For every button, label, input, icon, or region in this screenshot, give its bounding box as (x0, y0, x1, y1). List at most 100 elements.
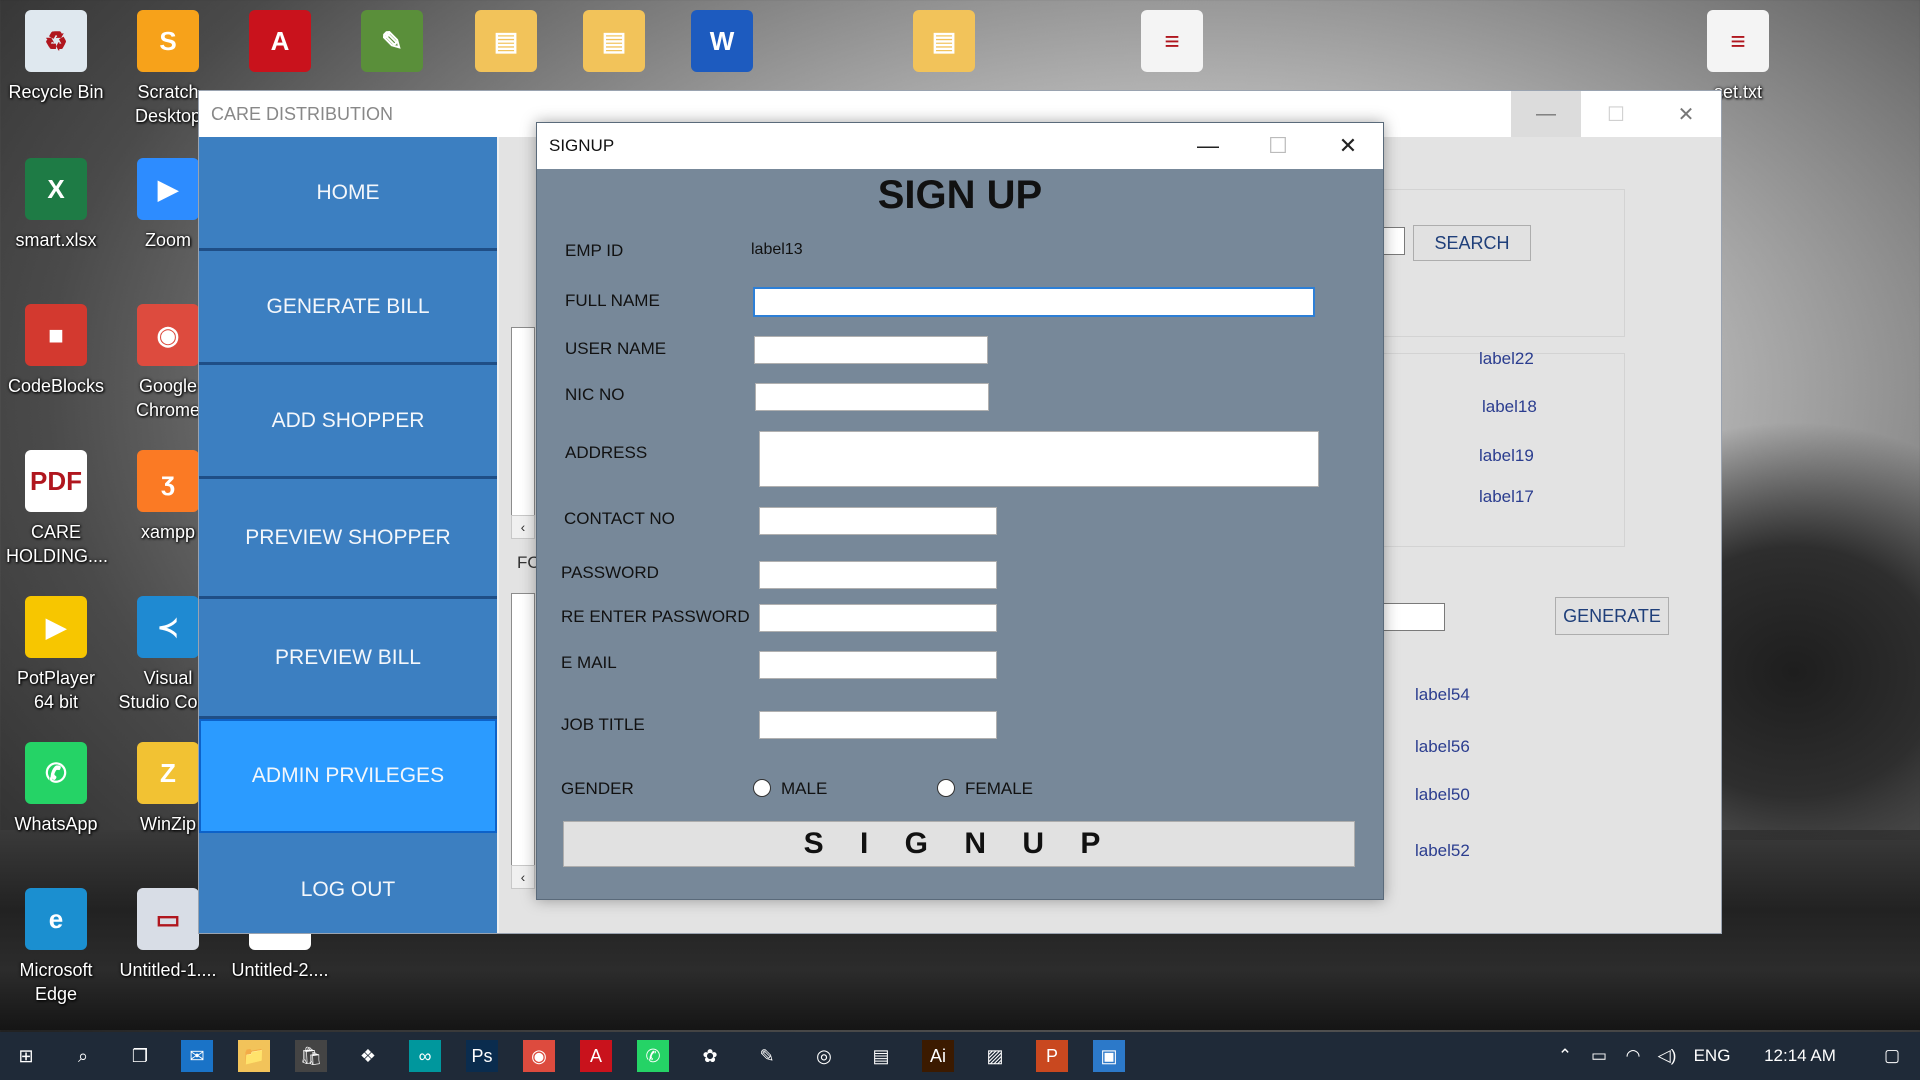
signup-minimize-button[interactable]: — (1173, 123, 1243, 169)
desktop-icon-smart-xlsx[interactable]: Xsmart.xlsx (6, 158, 106, 252)
task-view-icon[interactable]: ❐ (124, 1040, 156, 1072)
desktop-icon-folder-1[interactable]: ▤ (456, 10, 556, 80)
gender-label: GENDER (561, 779, 634, 798)
powerpoint-icon[interactable]: P (1036, 1040, 1068, 1072)
nav-log-out-button[interactable]: LOG OUT (199, 833, 497, 947)
language-indicator[interactable]: ENG (1684, 1046, 1740, 1066)
paint-icon[interactable]: ✿ (694, 1040, 726, 1072)
emp-id-value: label13 (751, 241, 803, 258)
wifi-icon[interactable]: ◠ (1616, 1046, 1650, 1066)
smart-xlsx-icon: X (25, 158, 87, 220)
whatsapp-icon[interactable]: ✆ (637, 1040, 669, 1072)
desktop-icon-label: PotPlayer 64 bit (16, 668, 96, 712)
notepad-icon[interactable]: ✎ (751, 1040, 783, 1072)
arduino-icon[interactable]: ∞ (409, 1040, 441, 1072)
re-enter-password-input[interactable] (759, 604, 997, 632)
desktop-icon-microsoft-edge[interactable]: e Microsoft Edge (6, 888, 106, 1006)
media-player-icon[interactable]: ◎ (808, 1040, 840, 1072)
mail-icon[interactable]: ✉ (181, 1040, 213, 1072)
desktop-icon-label: Untitled-2.... (231, 960, 329, 980)
address-input[interactable] (759, 431, 1319, 487)
nic-no-input[interactable] (755, 383, 989, 411)
email-label: E MAIL (561, 653, 617, 672)
desktop-icon-care-holding-pdf[interactable]: PDF CARE HOLDING.... (6, 450, 108, 568)
desktop-icon-label: Recycle Bin (8, 82, 104, 102)
volume-icon[interactable]: ◁) (1650, 1046, 1684, 1066)
nav-generate-bill-button[interactable]: GENERATE BILL (199, 251, 497, 365)
gender-female-label[interactable]: FEMALE (965, 779, 1033, 799)
contact-no-input[interactable] (759, 507, 997, 535)
full-name-label: FULL NAME (565, 291, 660, 310)
signup-title: SIGNUP (549, 136, 615, 155)
desktop-icon-text-file-1[interactable]: ≡ (1122, 10, 1222, 80)
folder-1-icon: ▤ (475, 10, 537, 72)
desktop-icon-codeblocks[interactable]: ■ CodeBlocks (6, 304, 106, 398)
scanner-icon[interactable]: ▤ (865, 1040, 897, 1072)
signup-maximize-button[interactable]: ☐ (1243, 123, 1313, 169)
nav-add-shopper-button[interactable]: ADD SHOPPER (199, 365, 497, 479)
signup-close-button[interactable]: ✕ (1313, 123, 1383, 169)
data-grid-2[interactable] (511, 593, 535, 889)
desktop-icon-acrobat-reader[interactable]: A (230, 10, 330, 80)
grid-1-scroll-left-icon[interactable]: ‹ (511, 515, 535, 539)
illustrator-icon[interactable]: Ai (922, 1040, 954, 1072)
winzip-icon: Z (137, 742, 199, 804)
full-name-input[interactable] (753, 287, 1315, 317)
desktop-icon-label: smart.xlsx (15, 230, 97, 250)
desktop-icon-folder-3[interactable]: ▤ (894, 10, 994, 80)
contact-no-label: CONTACT NO (564, 509, 675, 528)
dropbox-icon[interactable]: ❖ (352, 1040, 384, 1072)
battery-icon[interactable]: ▭ (1582, 1046, 1616, 1066)
password-input[interactable] (759, 561, 997, 589)
sign-up-button[interactable]: S I G N U P (563, 821, 1355, 867)
desktop-icon-whatsapp[interactable]: ✆ WhatsApp (6, 742, 106, 836)
windows-start-icon[interactable]: ⊞ (10, 1040, 42, 1072)
desktop-icon-notepad-app[interactable]: ✎ (342, 10, 442, 80)
job-title-label: JOB TITLE (561, 715, 645, 734)
signup-dialog: SIGNUP — ☐ ✕ SIGN UP EMP ID label13 FULL… (536, 122, 1384, 900)
potplayer-icon: ▶ (25, 596, 87, 658)
main-maximize-button[interactable]: ☐ (1581, 91, 1651, 137)
nav-home-button[interactable]: HOME (199, 137, 497, 251)
main-minimize-button[interactable]: — (1511, 91, 1581, 137)
text-file-2-icon: ≡ (1707, 10, 1769, 72)
data-grid-1[interactable] (511, 327, 535, 539)
user-name-input[interactable] (754, 336, 988, 364)
clock[interactable]: 12:14 AM (1740, 1046, 1860, 1066)
search-icon[interactable]: ⌕ (67, 1040, 99, 1072)
recycle-bin-icon: ♻ (25, 10, 87, 72)
address-label: ADDRESS (565, 443, 648, 462)
email-input[interactable] (759, 651, 997, 679)
photoshop-icon[interactable]: Ps (466, 1040, 498, 1072)
desktop-icon-folder-2[interactable]: ▤ (564, 10, 664, 80)
codeblocks-icon: ■ (25, 304, 87, 366)
store-icon[interactable]: 🛍 (295, 1040, 327, 1072)
xampp-icon: ʒ (137, 450, 199, 512)
gender-female-radio[interactable] (937, 779, 955, 797)
desktop-icon-potplayer[interactable]: ▶ PotPlayer 64 bit (6, 596, 106, 714)
user-name-label: USER NAME (565, 339, 667, 358)
desktop-icon-label: Microsoft Edge (19, 960, 93, 1004)
action-center-icon[interactable]: ▢ (1860, 1046, 1920, 1066)
desktop-icon-word-doc[interactable]: W (672, 10, 772, 80)
nav-preview-bill-button[interactable]: PREVIEW BILL (199, 599, 497, 719)
acrobat-icon[interactable]: A (580, 1040, 612, 1072)
job-title-input[interactable] (759, 711, 997, 739)
grid-2-scroll-left-icon[interactable]: ‹ (511, 865, 535, 889)
gender-male-label[interactable]: MALE (781, 779, 827, 799)
main-close-button[interactable]: ✕ (1651, 91, 1721, 137)
file-explorer-icon[interactable]: 📁 (238, 1040, 270, 1072)
app-window-icon[interactable]: ▣ (1093, 1040, 1125, 1072)
generate-button[interactable]: GENERATE (1555, 597, 1669, 635)
signup-heading: SIGN UP (877, 173, 1043, 217)
search-button[interactable]: SEARCH (1413, 225, 1531, 261)
nav-preview-shopper-button[interactable]: PREVIEW SHOPPER (199, 479, 497, 599)
tray-chevron-up-icon[interactable]: ⌃ (1548, 1046, 1582, 1066)
photos-icon[interactable]: ▨ (979, 1040, 1011, 1072)
label56-text: label56 (1415, 737, 1470, 756)
desktop-icon-recycle-bin[interactable]: ♻ Recycle Bin (6, 10, 106, 104)
gender-male-radio[interactable] (753, 779, 771, 797)
nav-admin-privileges-button[interactable]: ADMIN PRVILEGES (199, 719, 497, 833)
main-window-title: CARE DISTRIBUTION (211, 103, 394, 124)
chrome-icon[interactable]: ◉ (523, 1040, 555, 1072)
